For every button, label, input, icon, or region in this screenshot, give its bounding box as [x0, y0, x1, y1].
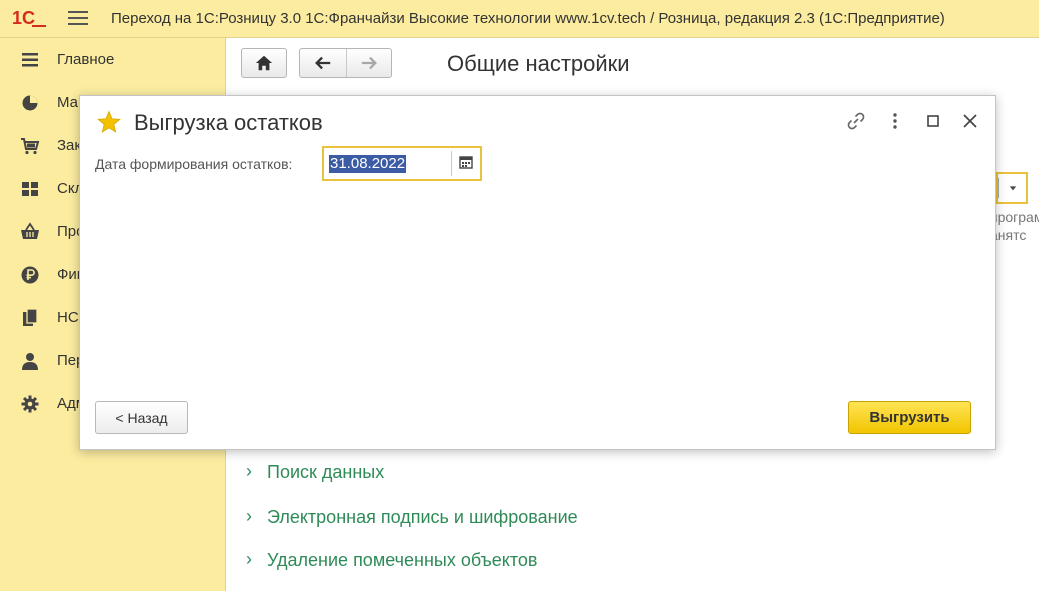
arrow-left-icon — [315, 56, 331, 70]
section-label: Электронная подпись и шифрование — [267, 507, 578, 527]
page-title: Общие настройки — [447, 51, 630, 76]
calendar-icon[interactable] — [458, 154, 474, 170]
back-nav-button[interactable] — [300, 49, 346, 77]
warehouse-icon — [22, 182, 38, 196]
sidebar-item-label: Зак — [57, 137, 81, 154]
more-options-icon[interactable] — [884, 110, 906, 132]
section-label: Удаление помеченных объектов — [267, 550, 538, 570]
hamburger-icon[interactable] — [68, 11, 88, 27]
date-field[interactable]: 31.08.2022 — [322, 146, 482, 181]
background-text-fragment: програм — [990, 209, 1039, 225]
chevron-right-icon: › — [246, 549, 252, 569]
chevron-right-icon: › — [246, 461, 252, 481]
home-icon — [255, 55, 273, 71]
window-title: Переход на 1С:Розницу 3.0 1С:Франчайзи В… — [111, 10, 945, 27]
section-label: Поиск данных — [267, 462, 385, 482]
export-button[interactable]: Выгрузить — [848, 401, 971, 434]
cart-icon — [21, 138, 40, 155]
link-icon[interactable] — [845, 110, 867, 132]
history-nav — [299, 48, 392, 78]
export-balances-dialog: Выгрузка остатков Дата формирования оста… — [79, 95, 996, 450]
sidebar-item-label: НС — [57, 309, 79, 326]
background-select[interactable] — [996, 172, 1028, 204]
pie-chart-icon — [22, 95, 38, 111]
forward-nav-button[interactable] — [347, 49, 392, 77]
maximize-icon[interactable] — [922, 110, 944, 132]
ruble-icon — [21, 266, 39, 284]
arrow-right-icon — [361, 56, 377, 70]
dialog-title: Выгрузка остатков — [134, 110, 323, 135]
dropdown-arrow-icon — [1009, 186, 1017, 191]
chevron-right-icon: › — [246, 506, 252, 526]
close-icon[interactable] — [959, 110, 981, 132]
person-icon — [22, 353, 38, 370]
back-button[interactable]: < Назад — [95, 401, 188, 434]
gear-icon — [21, 395, 39, 413]
sidebar-item-label: Ма — [57, 94, 79, 111]
list-icon — [22, 53, 38, 67]
title-bar: 1С Переход на 1С:Розницу 3.0 1С:Франчайз… — [0, 0, 1039, 38]
sidebar-item-main[interactable]: Главное — [0, 40, 226, 80]
svg-text:1С: 1С — [12, 8, 35, 28]
basket-icon — [21, 222, 39, 239]
home-button[interactable] — [241, 48, 287, 78]
star-icon[interactable] — [97, 110, 121, 134]
date-field-label: Дата формирования остатков: — [95, 156, 293, 172]
documents-icon — [23, 308, 38, 326]
date-field-value[interactable]: 31.08.2022 — [329, 155, 407, 173]
1c-logo-icon[interactable]: 1С — [12, 7, 48, 29]
sidebar-item-label: Главное — [57, 51, 115, 68]
